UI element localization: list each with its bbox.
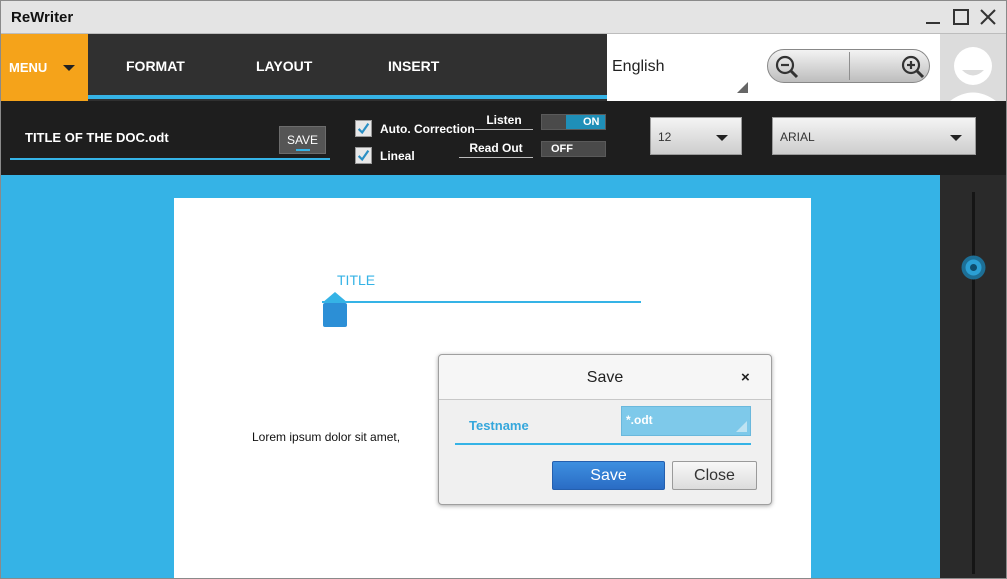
language-value: English [612, 58, 665, 75]
dialog-close-icon[interactable]: × [741, 369, 750, 386]
dialog-close-button[interactable]: Close [672, 461, 757, 490]
document-name-underline [10, 158, 330, 160]
read-out-label: Read Out [459, 141, 533, 158]
menu-button[interactable]: MENU [1, 34, 88, 101]
zoom-in-icon[interactable] [898, 53, 926, 81]
title-underline [322, 301, 641, 303]
font-family-dropdown[interactable]: ARIAL [772, 117, 976, 155]
dialog-save-button[interactable]: Save [552, 461, 665, 490]
slider-knob-icon[interactable] [960, 254, 987, 281]
maximize-icon[interactable] [951, 7, 971, 27]
save-button[interactable]: SAVE [279, 126, 326, 154]
document-name-field[interactable]: TITLE OF THE DOC.odt SAVE [10, 114, 330, 161]
lineal-checkbox[interactable] [355, 147, 372, 164]
tab-underline [88, 95, 607, 99]
read-out-toggle[interactable]: OFF [541, 141, 606, 157]
listen-toggle-state: ON [583, 116, 600, 128]
save-button-label: SAVE [286, 133, 319, 147]
side-panel [940, 175, 1006, 578]
app-title: ReWriter [11, 9, 74, 26]
body-text[interactable]: Lorem ipsum dolor sit amet, [252, 430, 400, 444]
tab-layout[interactable]: LAYOUT [256, 58, 312, 74]
font-size-value: 12 [658, 130, 672, 144]
title-placeholder[interactable]: TITLE [337, 272, 375, 288]
listen-toggle[interactable]: ON [541, 114, 606, 130]
filename-underline [455, 443, 751, 445]
font-family-value: ARIAL [780, 130, 815, 144]
auto-correction-label: Auto. Correction [380, 122, 475, 136]
minimize-icon[interactable] [923, 7, 943, 27]
menu-bar: MENU FORMAT LAYOUT INSERT English [1, 34, 1006, 101]
font-size-dropdown[interactable]: 12 [650, 117, 742, 155]
save-button-underline [296, 149, 310, 151]
listen-label: Listen [475, 113, 533, 130]
filename-input[interactable]: Testname [469, 418, 529, 433]
close-icon[interactable] [978, 7, 998, 27]
read-out-toggle-state: OFF [551, 143, 573, 155]
extension-value: *.odt [626, 413, 653, 427]
document-name: TITLE OF THE DOC.odt [25, 130, 169, 145]
user-avatar-icon [940, 34, 1006, 101]
tab-insert[interactable]: INSERT [388, 58, 439, 74]
dialog-title: Save [586, 369, 624, 386]
zoom-control [767, 49, 930, 83]
save-dialog: Save × Testname *.odt Save Close [438, 354, 772, 505]
vertical-slider-track[interactable] [972, 192, 975, 574]
title-bar: ReWriter [1, 1, 1006, 34]
toolbar: TITLE OF THE DOC.odt SAVE Auto. Correcti… [1, 101, 1006, 175]
extension-select[interactable]: *.odt [621, 406, 751, 436]
lineal-label: Lineal [380, 149, 415, 163]
chevron-down-icon [63, 65, 75, 71]
avatar[interactable] [940, 34, 1006, 101]
auto-correction-checkbox[interactable] [355, 120, 372, 137]
app-window: ReWriter MENU FORMAT LAYOUT INSERT Engli… [0, 0, 1007, 579]
language-selector[interactable]: English [607, 34, 940, 101]
zoom-out-icon[interactable] [772, 53, 800, 81]
tab-format[interactable]: FORMAT [126, 58, 185, 74]
chevron-down-icon [716, 135, 728, 141]
dialog-header: Save × [439, 355, 771, 400]
dropdown-corner-icon [737, 82, 748, 93]
menu-label: MENU [9, 60, 48, 75]
dropdown-corner-icon [736, 421, 747, 432]
chevron-down-icon [950, 135, 962, 141]
text-cursor-handle-icon[interactable] [322, 292, 348, 330]
zoom-divider [849, 52, 850, 80]
